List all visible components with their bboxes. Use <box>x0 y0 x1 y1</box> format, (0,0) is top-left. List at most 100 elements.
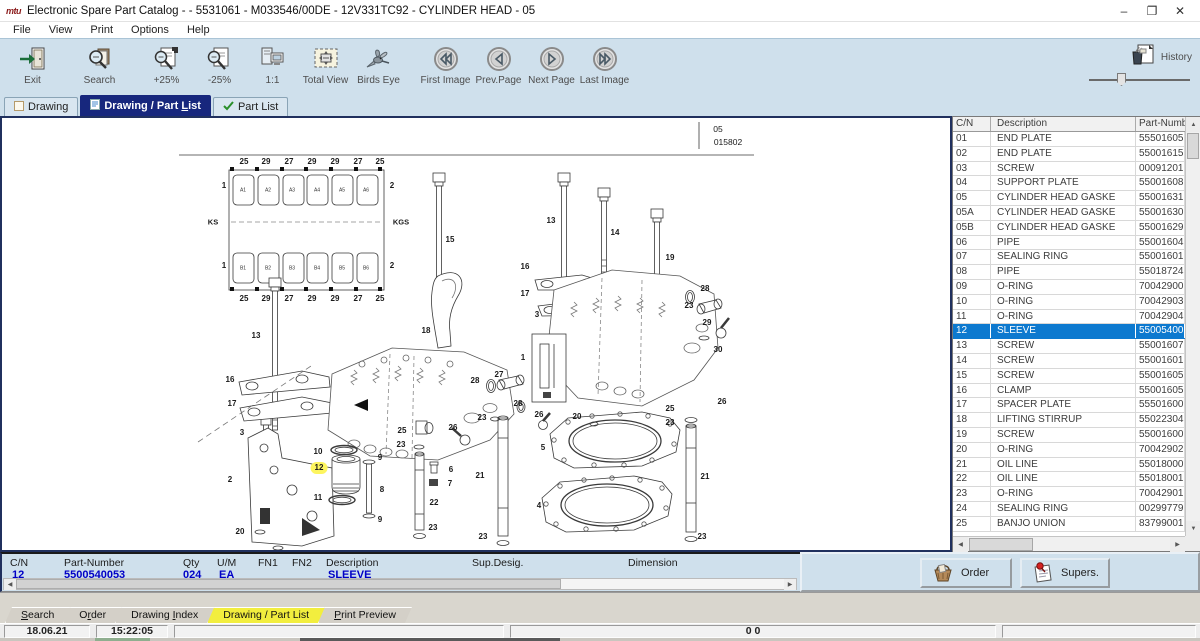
detail-value: EA <box>219 569 234 581</box>
table-row-18[interactable]: 18LIFTING STIRRUP55022304 <box>953 413 1185 428</box>
callout-29: 29 <box>308 158 317 166</box>
bottom-tab-drawing-part-list[interactable]: Drawing / Part List <box>207 607 325 623</box>
menu-file[interactable]: File <box>4 23 40 37</box>
callout-23: 23 <box>698 533 707 541</box>
callout-015802: 015802 <box>714 138 742 147</box>
one-to-one-button[interactable]: 1:1 <box>246 43 299 86</box>
maximize-button[interactable]: ❐ <box>1138 1 1166 21</box>
callout-25: 25 <box>666 405 675 413</box>
tab-drawing[interactable]: Drawing <box>4 97 78 116</box>
table-row-04[interactable]: 04SUPPORT PLATE55001608 <box>953 176 1185 191</box>
callout-16: 16 <box>226 376 235 384</box>
drawing-panel[interactable]: 0501580225292729292725252927292927251212… <box>0 116 952 552</box>
detail-value: 5500540053 <box>64 569 125 581</box>
minimize-button[interactable]: – <box>1110 1 1138 21</box>
mtu-logo: mtu <box>6 6 21 16</box>
callout-25: 25 <box>240 158 249 166</box>
callout-A6: A6 <box>363 189 369 194</box>
table-row-21[interactable]: 21OIL LINE55018000 <box>953 458 1185 473</box>
callout-highlighted-12[interactable]: 12 <box>311 462 328 474</box>
table-row-17[interactable]: 17SPACER PLATE55501600 <box>953 398 1185 413</box>
bottom-tab-print-preview[interactable]: Print Preview <box>318 607 412 623</box>
bottom-tabstrip: SearchOrderDrawing IndexDrawing / Part L… <box>0 606 1200 623</box>
tab-drawing-part-list[interactable]: Drawing / Part List <box>80 95 211 116</box>
next-page-button[interactable]: Next Page <box>525 43 578 86</box>
horizontal-scroll-thumb[interactable] <box>969 538 1033 551</box>
callout-1: 1 <box>222 182 226 190</box>
table-row-05B[interactable]: 05BCYLINDER HEAD GASKE55001629 <box>953 221 1185 236</box>
action-panel: Order Supers. <box>800 552 1200 592</box>
detail-label-fn2: FN2 <box>292 557 312 569</box>
callout-25: 25 <box>240 295 249 303</box>
total-view-button[interactable]: Total View <box>299 43 352 86</box>
callout-29: 29 <box>308 295 317 303</box>
table-row-08[interactable]: 08PIPE55018724 <box>953 265 1185 280</box>
column-cn[interactable]: C/N <box>953 117 991 131</box>
scroll-left-icon[interactable]: ◀ <box>953 537 968 552</box>
table-row-06[interactable]: 06PIPE55001604 <box>953 236 1185 251</box>
search-button[interactable]: Search <box>73 43 126 86</box>
last-image-icon <box>578 43 631 75</box>
callout-29: 29 <box>331 158 340 166</box>
table-row-19[interactable]: 19SCREW55001600 <box>953 428 1185 443</box>
table-row-11[interactable]: 11O-RING70042904 <box>953 310 1185 325</box>
status-time: 15:22:05 <box>96 625 168 638</box>
detail-scroll-right-icon[interactable]: ▶ <box>784 579 796 590</box>
table-row-14[interactable]: 14SCREW55001601 <box>953 354 1185 369</box>
menu-help[interactable]: Help <box>178 23 219 37</box>
table-row-02[interactable]: 02END PLATE55001615 <box>953 147 1185 162</box>
detail-label-sup-desig-: Sup.Desig. <box>472 557 523 569</box>
table-row-03[interactable]: 03SCREW00091201 <box>953 162 1185 177</box>
first-image-icon <box>419 43 472 75</box>
last-image-button[interactable]: Last Image <box>578 43 631 86</box>
history-slider-thumb[interactable] <box>1117 73 1126 86</box>
table-row-23[interactable]: 23O-RING70042901 <box>953 487 1185 502</box>
bottom-tab-order[interactable]: Order <box>63 607 122 623</box>
prev-page-button[interactable]: Prev.Page <box>472 43 525 86</box>
table-vertical-scrollbar[interactable]: ▲ ▼ <box>1185 117 1200 536</box>
status-field-empty-2 <box>1002 625 1196 638</box>
bottom-tab-drawing-index[interactable]: Drawing Index <box>115 607 214 623</box>
table-horizontal-scrollbar[interactable]: ◀ ▶ <box>953 536 1185 551</box>
order-button[interactable]: Order <box>920 558 1012 588</box>
menu-options[interactable]: Options <box>122 23 178 37</box>
parts-table-header[interactable]: C/N Description Part-Numb <box>953 117 1200 132</box>
callout-27: 27 <box>285 295 294 303</box>
table-row-07[interactable]: 07SEALING RING55001601 <box>953 250 1185 265</box>
menu-print[interactable]: Print <box>81 23 122 37</box>
menu-view[interactable]: View <box>40 23 82 37</box>
table-row-13[interactable]: 13SCREW55001607 <box>953 339 1185 354</box>
table-row-01[interactable]: 01END PLATE55501605 <box>953 132 1185 147</box>
birds-eye-button[interactable]: Birds Eye <box>352 43 405 86</box>
close-button[interactable]: ✕ <box>1166 1 1194 21</box>
supers-button[interactable]: Supers. <box>1020 558 1110 588</box>
scroll-down-icon[interactable]: ▼ <box>1186 521 1200 536</box>
table-row-20[interactable]: 20O-RING70042902 <box>953 443 1185 458</box>
history-slider[interactable] <box>1087 73 1192 87</box>
zoom-out-button[interactable]: -25% <box>193 43 246 86</box>
table-row-16[interactable]: 16CLAMP55001605 <box>953 384 1185 399</box>
callout-14: 14 <box>611 229 620 237</box>
table-row-25[interactable]: 25BANJO UNION83799001 <box>953 517 1185 532</box>
table-row-12[interactable]: 12SLEEVE55005400 <box>953 324 1185 339</box>
column-description[interactable]: Description <box>991 117 1136 131</box>
table-row-10[interactable]: 10O-RING70042903 <box>953 295 1185 310</box>
callout-7: 7 <box>448 480 452 488</box>
scroll-up-icon[interactable]: ▲ <box>1186 117 1200 132</box>
first-image-button[interactable]: First Image <box>419 43 472 86</box>
history-control[interactable]: History <box>1087 43 1192 87</box>
table-row-22[interactable]: 22OIL LINE55018001 <box>953 472 1185 487</box>
table-row-15[interactable]: 15SCREW55001605 <box>953 369 1185 384</box>
table-row-09[interactable]: 09O-RING70042900 <box>953 280 1185 295</box>
bottom-tab-search[interactable]: Search <box>5 607 70 623</box>
status-field-empty <box>174 625 504 638</box>
table-row-24[interactable]: 24SEALING RING00299779 <box>953 502 1185 517</box>
exit-button[interactable]: Exit <box>6 43 59 86</box>
zoom-in-button[interactable]: +25% <box>140 43 193 86</box>
table-row-05[interactable]: 05CYLINDER HEAD GASKE55001631 <box>953 191 1185 206</box>
tab-part-list[interactable]: Part List <box>213 97 288 116</box>
table-row-05A[interactable]: 05ACYLINDER HEAD GASKE55001630 <box>953 206 1185 221</box>
scroll-right-icon[interactable]: ▶ <box>1170 537 1185 552</box>
callout-19: 19 <box>666 254 675 262</box>
vertical-scroll-thumb[interactable] <box>1187 133 1199 159</box>
